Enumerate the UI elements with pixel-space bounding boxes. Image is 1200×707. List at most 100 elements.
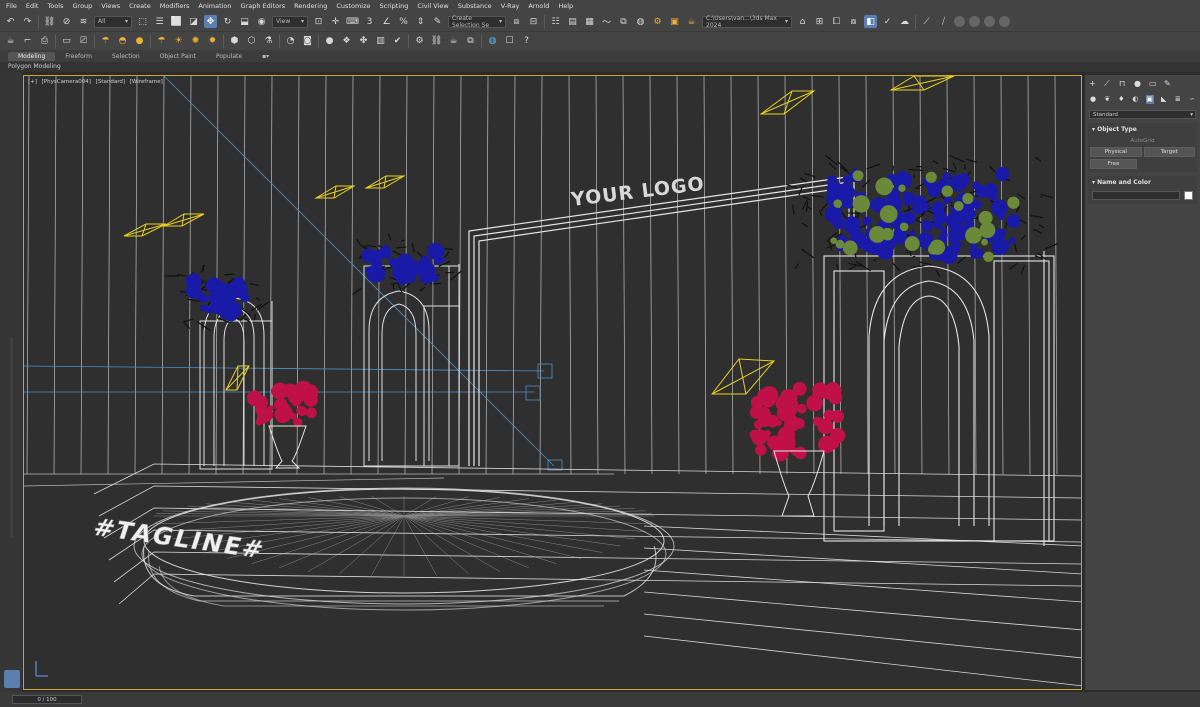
ribbon-options-icon[interactable]: ▪▾ (252, 52, 279, 61)
geometry-icon[interactable]: ● (1089, 95, 1097, 104)
viewport-shading-standard-label[interactable]: [Standard] (96, 79, 125, 85)
menu-help[interactable]: Help (558, 2, 582, 10)
angle-snap-icon[interactable]: ∠ (380, 15, 393, 28)
active-tool-icon[interactable]: ◧ (864, 15, 877, 28)
edit-named-selection-icon[interactable]: ✎ (431, 15, 444, 28)
cameras-icon[interactable]: ▣ (1145, 94, 1154, 104)
teapot-icon[interactable]: ☕ (4, 35, 17, 48)
menu-v-ray[interactable]: V-Ray (501, 2, 529, 10)
shapes-icon[interactable]: ❦ (1103, 95, 1111, 104)
maxscript-listener-button[interactable] (4, 670, 20, 688)
lights-icon[interactable]: ♦ (1117, 95, 1125, 104)
check-icon[interactable]: ✓ (881, 15, 894, 28)
autogrid-checkbox[interactable]: AutoGrid (1088, 136, 1197, 147)
menu-create[interactable]: Create (129, 2, 160, 10)
frame-buffer-icon[interactable]: ▭ (60, 35, 73, 48)
menu-scripting[interactable]: Scripting (380, 2, 418, 10)
ribbon-tab-modeling[interactable]: Modeling (8, 51, 56, 61)
modify-tab-icon[interactable]: ⟋ (1104, 80, 1112, 88)
viewport-menu-label[interactable]: [+] (28, 79, 37, 85)
systems-icon[interactable]: ≣ (1174, 95, 1182, 104)
object-name-input[interactable] (1092, 191, 1180, 200)
undo-icon[interactable]: ↶ (4, 15, 17, 28)
target-camera-button[interactable]: Target (1143, 147, 1195, 157)
motion-tab-icon[interactable]: ● (1134, 80, 1142, 88)
create-tab-icon[interactable]: + (1089, 80, 1097, 88)
render-production-icon[interactable]: ☕ (685, 15, 698, 28)
keyboard-shortcut-icon[interactable]: ⌨ (346, 15, 359, 28)
link-viewport-icon[interactable]: ⛓ (430, 35, 443, 48)
menu-civil-view[interactable]: Civil View (417, 2, 457, 10)
menu-views[interactable]: Views (101, 2, 129, 10)
pivot-center-icon[interactable]: ⊡ (312, 15, 325, 28)
window-crossing-icon[interactable]: ◪ (187, 15, 200, 28)
measure-icon[interactable]: ⟋ (920, 15, 933, 28)
vray-fur-icon[interactable]: ⬡ (245, 35, 258, 48)
schematic-view-icon[interactable]: ⧉ (617, 15, 630, 28)
polygon-modeling-label[interactable]: Polygon Modeling (0, 62, 1200, 72)
menu-file[interactable]: File (6, 2, 26, 10)
utilities-tab-icon[interactable]: ✎ (1164, 80, 1172, 88)
globe-icon[interactable]: ◍ (486, 35, 499, 48)
menu-edit[interactable]: Edit (26, 2, 48, 10)
spinner-snap-icon[interactable]: ⇕ (414, 15, 427, 28)
vray-clipper-icon[interactable]: ⚗ (262, 35, 275, 48)
select-rotate-icon[interactable]: ↻ (221, 15, 234, 28)
option-circle-icon[interactable] (984, 16, 995, 27)
menu-rendering[interactable]: Rendering (294, 2, 336, 10)
curve-editor-icon[interactable]: 〜 (600, 15, 613, 28)
vray-sphere-light-icon[interactable]: ✺ (189, 35, 202, 48)
material-library-icon[interactable]: ✤ (357, 35, 370, 48)
select-by-name-icon[interactable]: ☰ (153, 15, 166, 28)
menu-graph-editors[interactable]: Graph Editors (241, 2, 295, 10)
menu-arnold[interactable]: Arnold (528, 2, 558, 10)
option-circle-icon[interactable] (954, 16, 965, 27)
vray-sun-icon[interactable]: ● (133, 35, 146, 48)
camera-category-dropdown[interactable]: Standard ▾ (1089, 110, 1196, 119)
render-setup-icon[interactable]: ⚙ (651, 15, 664, 28)
open-project-icon[interactable]: ⧠ (830, 15, 843, 28)
cloud-icon[interactable]: ☁ (898, 15, 911, 28)
new-project-icon[interactable]: ⊞ (813, 15, 826, 28)
batch-render-icon[interactable]: ⧉ (464, 35, 477, 48)
option-circle-icon[interactable] (999, 16, 1010, 27)
viewport-wireframe-label[interactable]: [Wireframe] (130, 79, 163, 85)
ribbon-toggle-icon[interactable]: ▦ (583, 15, 596, 28)
select-manipulate-icon[interactable]: ✛ (329, 15, 342, 28)
vray-dome-icon[interactable]: ◓ (116, 35, 129, 48)
object-type-title[interactable]: ▾ Object Type (1088, 123, 1197, 136)
vray-ambient-icon[interactable]: ☀ (172, 35, 185, 48)
viewport-label[interactable]: [+] [PhysCamera004] [Standard] [Wirefram… (28, 79, 166, 85)
vray-camera-icon[interactable]: ⎚ (77, 35, 90, 48)
notes-icon[interactable]: ☐ (503, 35, 516, 48)
create-shapes-icon[interactable]: ⌐ (21, 35, 34, 48)
menu-animation[interactable]: Animation (198, 2, 240, 10)
object-color-swatch[interactable] (1184, 191, 1193, 200)
rendered-frame-window-icon[interactable]: ▣ (668, 15, 681, 28)
scene-explorer-icon[interactable]: ☷ (549, 15, 562, 28)
material-editor-icon[interactable]: ◍ (634, 15, 647, 28)
viewport-camera[interactable]: [+] [PhysCamera004] [Standard] [Wirefram… (23, 75, 1082, 690)
hierarchy-tab-icon[interactable]: ⊓ (1119, 80, 1127, 88)
redo-icon[interactable]: ↷ (21, 15, 34, 28)
link-icon[interactable]: ⛓ (43, 15, 56, 28)
bind-space-warp-icon[interactable]: ≋ (77, 15, 90, 28)
helpers-icon[interactable]: ◐ (1131, 95, 1139, 104)
snaps-toggle-icon[interactable]: 3 (363, 15, 376, 28)
scatter-icon[interactable]: ❖ (340, 35, 353, 48)
viewport-camera-label[interactable]: [PhysCamera004] (42, 79, 91, 85)
menu-customize[interactable]: Customize (336, 2, 379, 10)
free-camera-button[interactable]: Free (1090, 159, 1138, 169)
vray-light-icon[interactable]: ☂ (99, 35, 112, 48)
render-elements-icon[interactable]: ▥ (374, 35, 387, 48)
save-project-icon[interactable]: ⧇ (847, 15, 860, 28)
vray-proxy-icon[interactable]: ⬢ (228, 35, 241, 48)
display-tab-icon[interactable]: ▭ (1149, 80, 1157, 88)
named-selection-dropdown[interactable]: Create Selection Se ▾ (448, 15, 506, 29)
physical-camera-button[interactable]: Physical (1090, 147, 1142, 157)
selection-filter-dropdown[interactable]: All ▾ (94, 15, 132, 28)
mirror-icon[interactable]: ⧈ (510, 15, 523, 28)
help-icon[interactable]: ? (520, 35, 533, 48)
particles-icon[interactable]: ∽ (1188, 95, 1196, 104)
sphere-render-icon[interactable]: ● (323, 35, 336, 48)
